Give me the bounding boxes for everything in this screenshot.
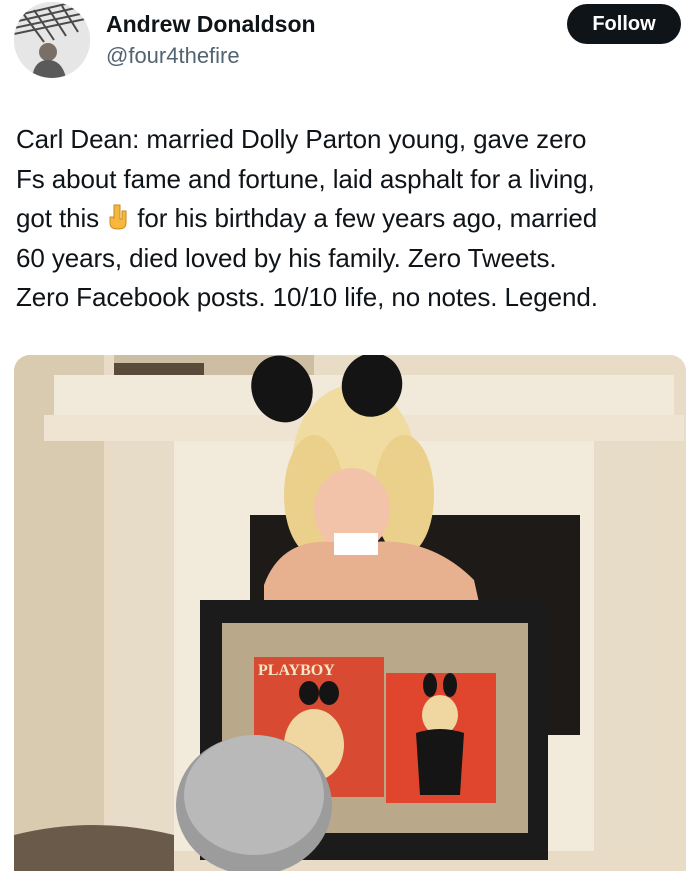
magazine-masthead: PLAYBOY [258, 662, 335, 679]
tweet-text: Carl Dean: married Dolly Parton young, g… [16, 120, 692, 318]
photo-image: PLAYBOY [14, 355, 686, 871]
pointing-down-hand-icon [106, 203, 130, 231]
tweet-line-part: got this [16, 203, 107, 233]
avatar-photo-icon [14, 2, 90, 78]
tweet-line-part: for his birthday a few years ago, marrie… [130, 203, 598, 233]
tweet-line: 60 years, died loved by his family. Zero… [16, 242, 557, 273]
user-handle[interactable]: @four4thefire [106, 42, 240, 70]
avatar[interactable] [14, 2, 90, 78]
tweet-line: Carl Dean: married Dolly Parton young, g… [16, 124, 587, 154]
tweet-line: Fs about fame and fortune, laid asphalt … [16, 163, 595, 194]
tweet-line: got this for his birthday a few years ag… [16, 199, 692, 239]
tweet-photo[interactable]: PLAYBOY [14, 355, 686, 871]
tweet-header: Andrew Donaldson @four4thefire Follow [0, 0, 700, 90]
display-name[interactable]: Andrew Donaldson [106, 10, 316, 38]
tweet-line: Zero Facebook posts. 10/10 life, no note… [16, 282, 598, 312]
follow-button[interactable]: Follow [567, 4, 681, 44]
